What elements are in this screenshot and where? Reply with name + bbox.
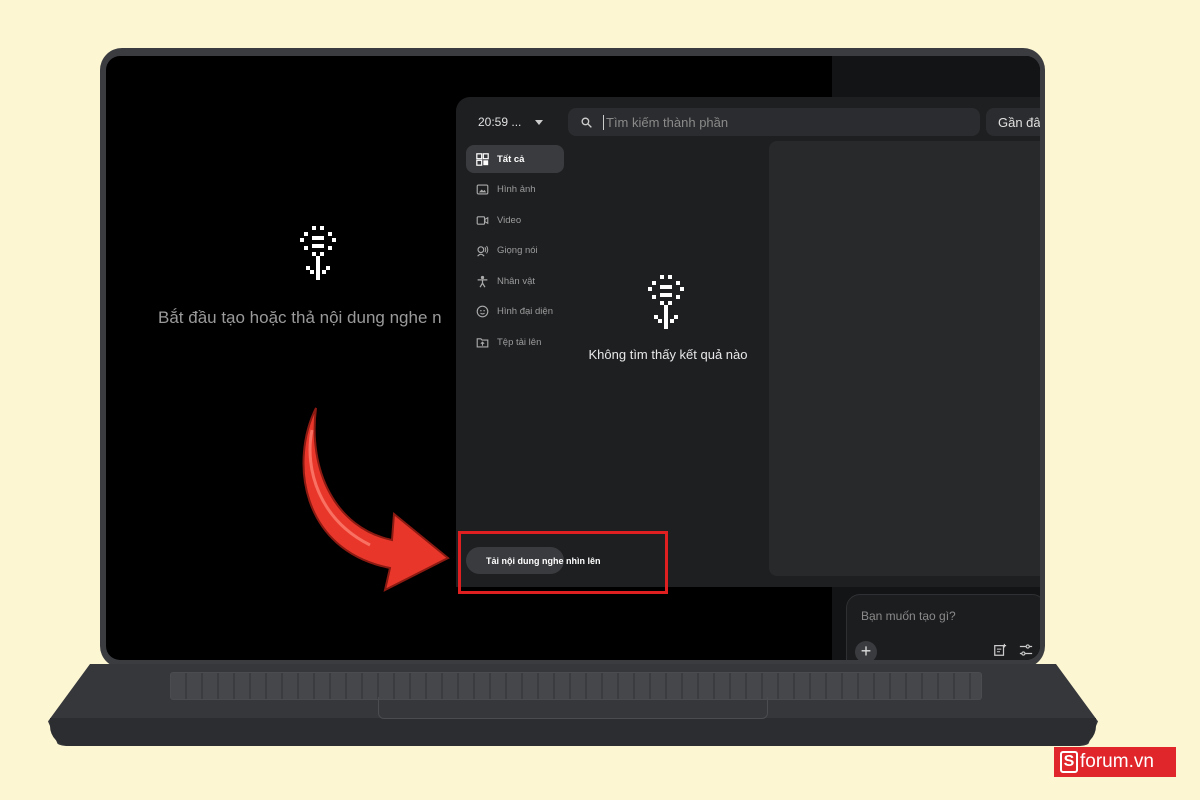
avatar-icon bbox=[476, 305, 489, 318]
search-bar[interactable] bbox=[568, 108, 980, 136]
sidebar-item-label: Giọng nói bbox=[497, 245, 538, 256]
note-add-icon[interactable] bbox=[993, 643, 1007, 657]
screen: Bắt đầu tạo hoặc thả nội dung nghe n 20:… bbox=[106, 56, 1040, 660]
laptop-base-front bbox=[50, 718, 1096, 746]
prompt-placeholder: Bạn muốn tạo gì? bbox=[861, 609, 956, 623]
empty-state-message: Bắt đầu tạo hoặc thả nội dung nghe n bbox=[158, 308, 442, 327]
search-input[interactable] bbox=[603, 114, 963, 130]
person-icon bbox=[477, 275, 488, 288]
prompt-tools bbox=[993, 643, 1033, 657]
sidebar-item-label: Video bbox=[497, 214, 522, 226]
flower-icon bbox=[300, 226, 336, 280]
highlight-box bbox=[458, 531, 668, 594]
time-select-label: 20:59 ... bbox=[478, 115, 522, 129]
flower-icon bbox=[648, 275, 684, 329]
sidebar-item-label: Tất cả bbox=[497, 153, 525, 165]
search-icon bbox=[581, 116, 592, 128]
sidebar-item-images[interactable]: Hình ảnh bbox=[466, 176, 564, 204]
folder-upload-icon bbox=[476, 337, 489, 348]
image-icon bbox=[476, 184, 489, 195]
keyboard bbox=[170, 672, 982, 700]
sidebar-item-avatars[interactable]: Hình đại diện bbox=[466, 298, 564, 326]
sidebar-item-video[interactable]: Video bbox=[466, 206, 564, 234]
trackpad bbox=[378, 697, 768, 719]
sforum-logo: S bbox=[1060, 751, 1078, 773]
watermark: S forum.vn bbox=[1054, 747, 1176, 777]
caret-down-icon bbox=[535, 119, 544, 125]
video-icon bbox=[476, 215, 489, 225]
sidebar-item-uploads[interactable]: Tệp tải lên bbox=[466, 328, 564, 356]
watermark-text: forum.vn bbox=[1080, 751, 1154, 772]
sidebar: Tất cả Hình ảnh Video Giọng nói Nhân vật… bbox=[466, 145, 564, 359]
voice-icon bbox=[477, 245, 489, 257]
sidebar-item-label: Hình đại diện bbox=[497, 306, 553, 317]
grid-icon bbox=[476, 152, 489, 166]
sidebar-item-all[interactable]: Tất cả bbox=[466, 145, 564, 173]
prompt-box[interactable]: Bạn muốn tạo gì? + bbox=[846, 594, 1040, 660]
sidebar-item-characters[interactable]: Nhân vật bbox=[466, 267, 564, 295]
recent-button[interactable]: Gần đây bbox=[986, 108, 1040, 136]
media-picker-panel: 20:59 ... Gần đây Tất cả Hình ảnh Video bbox=[456, 97, 1040, 587]
time-select[interactable]: 20:59 ... bbox=[478, 115, 544, 129]
sidebar-item-voice[interactable]: Giọng nói bbox=[466, 237, 564, 265]
sidebar-item-label: Hình ảnh bbox=[497, 184, 536, 195]
pointer-arrow-icon bbox=[302, 407, 450, 592]
settings-sliders-icon[interactable] bbox=[1019, 643, 1033, 657]
preview-area bbox=[769, 141, 1040, 576]
sidebar-item-label: Tệp tải lên bbox=[497, 336, 542, 348]
sidebar-item-label: Nhân vật bbox=[497, 275, 536, 287]
add-button[interactable]: + bbox=[855, 641, 877, 660]
no-results-message: Không tìm thấy kết quả nào bbox=[588, 347, 748, 362]
